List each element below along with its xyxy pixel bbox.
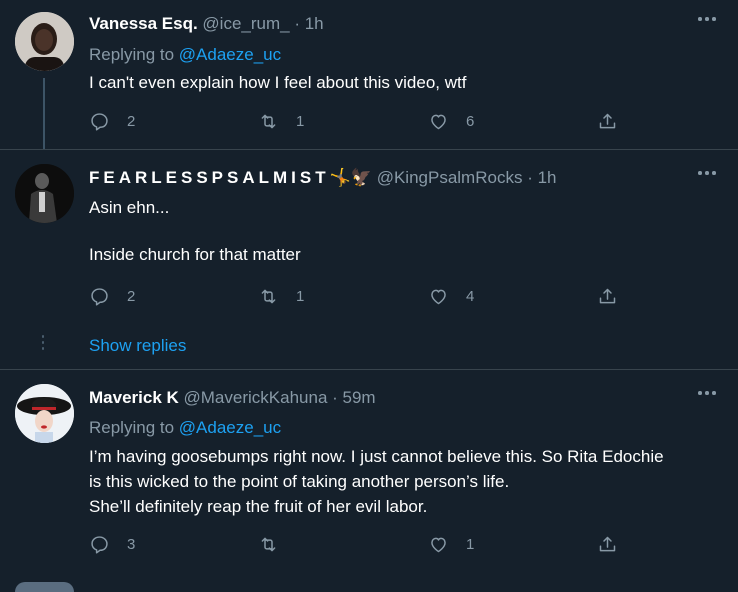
display-name[interactable]: Vanessa Esq. (89, 14, 198, 33)
retweet-button[interactable] (258, 534, 296, 555)
reply-button[interactable]: 2 (89, 286, 135, 307)
share-button[interactable] (597, 534, 618, 555)
like-count: 4 (466, 288, 475, 305)
username[interactable]: @MaverickKahuna (184, 388, 328, 407)
tweet[interactable]: FEARLESSPSALMIST🤸🦅 @KingPsalmRocks · 1h … (0, 150, 738, 370)
tweet-header: Vanessa Esq. @ice_rum_ · 1h (89, 14, 678, 34)
share-button[interactable] (597, 111, 618, 132)
tweet-text-line: is this wicked to the point of taking an… (89, 472, 510, 491)
replying-to: Replying to @Adaeze_uc (89, 45, 281, 65)
display-name-emoji: 🤸🦅 (329, 168, 372, 187)
share-icon (599, 536, 616, 552)
retweet-button[interactable]: 1 (258, 286, 304, 307)
tweet-text: I can't even explain how I feel about th… (89, 70, 714, 95)
tweet-actions: 2 1 4 (89, 286, 678, 312)
tweet-text: I’m having goosebumps right now. I just … (89, 444, 714, 519)
tweet-text-line: I’m having goosebumps right now. I just … (89, 447, 664, 466)
thread-line (43, 78, 45, 149)
more-icon[interactable] (698, 8, 718, 28)
avatar[interactable] (15, 384, 74, 443)
reply-icon (91, 288, 108, 306)
tweet-header: Maverick K @MaverickKahuna · 59m (89, 388, 678, 408)
like-icon (431, 114, 446, 130)
retweet-icon (261, 537, 276, 552)
tweet[interactable]: Vanessa Esq. @ice_rum_ · 1h Replying to … (0, 0, 738, 150)
timestamp[interactable]: · 59m (332, 388, 375, 407)
like-icon (431, 537, 446, 553)
replying-to: Replying to @Adaeze_uc (89, 418, 281, 438)
like-icon (431, 289, 446, 305)
like-count: 1 (466, 536, 475, 553)
retweet-icon (261, 114, 276, 129)
tweet-actions: 2 1 6 (89, 111, 678, 137)
reply-icon (91, 536, 108, 554)
username[interactable]: @ice_rum_ (202, 14, 289, 33)
reply-count: 3 (127, 536, 136, 553)
display-name[interactable]: Maverick K (89, 388, 179, 407)
reply-count: 2 (127, 288, 136, 305)
username[interactable]: @KingPsalmRocks (377, 168, 523, 187)
display-name[interactable]: FEARLESSPSALMIST (89, 168, 330, 187)
show-replies-link[interactable]: Show replies (89, 336, 186, 356)
avatar[interactable] (15, 164, 74, 223)
retweet-count: 1 (296, 113, 305, 130)
more-icon[interactable] (698, 382, 718, 402)
tweet-text-line: Inside church for that matter (89, 245, 301, 264)
reply-count: 2 (127, 113, 136, 130)
timestamp[interactable]: · 1h (294, 14, 323, 33)
tweet-text-line: Asin ehn... (89, 198, 170, 217)
tweet[interactable]: Maverick K @MaverickKahuna · 59m Replyin… (0, 370, 738, 592)
like-button[interactable]: 4 (428, 286, 474, 307)
like-button[interactable]: 1 (428, 534, 474, 555)
tweet-actions: 3 1 (89, 534, 678, 560)
reply-button[interactable]: 3 (89, 534, 135, 555)
share-icon (599, 113, 616, 129)
more-icon[interactable] (698, 162, 718, 182)
reply-icon (91, 113, 108, 131)
reply-button[interactable]: 2 (89, 111, 135, 132)
share-icon (599, 288, 616, 304)
avatar[interactable] (15, 12, 74, 71)
next-avatar-edge (15, 582, 74, 592)
like-count: 6 (466, 113, 475, 130)
retweet-button[interactable]: 1 (258, 111, 304, 132)
share-button[interactable] (597, 286, 618, 307)
tweet-text-line: She’ll definitely reap the fruit of her … (89, 497, 428, 516)
replying-to-link[interactable]: @Adaeze_uc (179, 45, 281, 64)
replying-to-label: Replying to (89, 45, 175, 64)
thread-dots (42, 335, 45, 357)
like-button[interactable]: 6 (428, 111, 474, 132)
timestamp[interactable]: · 1h (527, 168, 556, 187)
retweet-count: 1 (296, 288, 305, 305)
retweet-icon (261, 289, 276, 304)
replying-to-link[interactable]: @Adaeze_uc (179, 418, 281, 437)
replying-to-label: Replying to (89, 418, 175, 437)
tweet-header: FEARLESSPSALMIST🤸🦅 @KingPsalmRocks · 1h (89, 168, 678, 188)
tweet-text: Asin ehn... Inside church for that matte… (89, 195, 714, 267)
tweet-text-line: I can't even explain how I feel about th… (89, 73, 467, 92)
